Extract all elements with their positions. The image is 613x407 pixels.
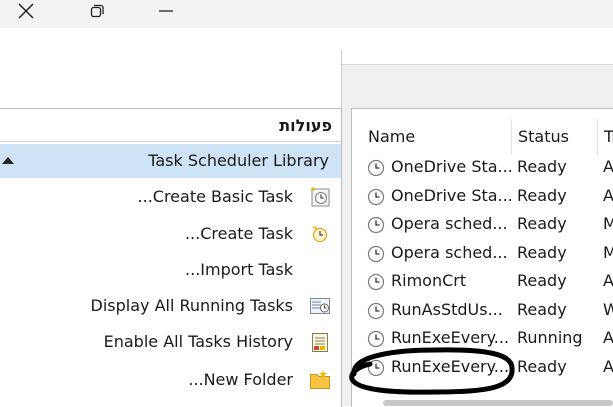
task-row[interactable]: OneDrive Sta... Ready A [351,153,613,181]
task-trigger: W [603,299,613,319]
action-label: ...Create Basic Task [137,187,293,206]
action-enable-tasks-history[interactable]: Enable All Tasks History [0,325,341,359]
folder-icon [310,370,330,389]
task-trigger: M [603,214,613,233]
clock-icon [367,273,385,291]
horizontal-scrollbar[interactable] [383,400,613,406]
task-name: RunAsStdUs... [391,299,503,319]
clock-icon [367,216,385,234]
task-status: Running [517,328,583,347]
wizard-icon [310,187,330,207]
title-bar [0,0,613,28]
close-icon [18,3,34,19]
task-name: Opera sched... [391,242,508,262]
clock-icon [367,302,385,319]
action-display-running-tasks[interactable]: Display All Running Tasks [0,289,341,323]
task-trigger: M [603,242,613,262]
task-scheduler-library-row[interactable]: Task Scheduler Library [0,144,341,178]
task-status: Ready [517,356,567,376]
task-name: RunExeEvery... [391,356,510,376]
clock-icon [367,359,385,376]
action-label: ...Create Task [184,224,293,243]
running-tasks-icon [310,298,330,314]
action-label: Display All Running Tasks [90,296,294,315]
task-row[interactable]: Opera sched... Ready M [351,239,613,267]
task-status: Ready [517,271,567,290]
history-icon [312,333,328,352]
task-name: RunExeEvery... [391,328,510,347]
restore-icon [90,4,104,18]
actions-divider [0,141,341,142]
clock-icon [367,188,385,205]
action-import-task[interactable]: ...Import Task [0,253,341,287]
minimize-button[interactable] [146,0,186,22]
action-create-task[interactable]: ...Create Task [0,217,341,251]
column-header-name[interactable]: Name [362,119,512,155]
task-row[interactable]: RimonCrt Ready A [351,267,613,295]
action-label: ...New Folder [188,370,293,389]
action-create-basic-task[interactable]: ...Create Basic Task [0,180,341,214]
task-name: OneDrive Sta... [391,185,511,205]
task-status: Ready [517,214,567,233]
task-name: RimonCrt [391,271,467,290]
task-status: Ready [517,185,567,205]
actions-title: פעולות [279,116,332,135]
task-row[interactable]: RunExeEvery... Ready A [351,353,613,381]
task-trigger: A [603,157,613,176]
task-row[interactable]: OneDrive Sta... Ready A [351,182,613,210]
action-label: Enable All Tasks History [103,332,293,351]
clock-icon [367,245,385,262]
action-new-folder[interactable]: ...New Folder [0,363,341,397]
library-label: Task Scheduler Library [148,151,329,170]
task-trigger: A [603,328,613,347]
task-row[interactable]: RunAsStdUs... Ready W [351,296,613,324]
action-label: ...Import Task [185,260,293,279]
task-status: Ready [517,242,567,262]
task-trigger: A [603,185,613,205]
column-header-triggers[interactable]: Tr [598,119,613,155]
task-status: Ready [517,157,567,176]
clock-icon [367,330,385,348]
restore-button[interactable] [77,0,117,22]
column-header-status[interactable]: Status [512,119,598,155]
task-row[interactable]: Opera sched... Ready M [351,210,613,238]
task-clock-icon [312,226,327,242]
task-trigger: A [603,271,613,290]
task-name: Opera sched... [391,214,508,233]
close-button[interactable] [6,0,46,22]
task-trigger: A [603,356,613,376]
minimize-icon [159,10,173,12]
task-row[interactable]: RunExeEvery... Running A [351,324,613,352]
clock-icon [367,159,385,177]
collapse-caret-icon[interactable] [2,157,14,164]
task-status: Ready [517,299,567,319]
task-name: OneDrive Sta... [391,157,511,176]
